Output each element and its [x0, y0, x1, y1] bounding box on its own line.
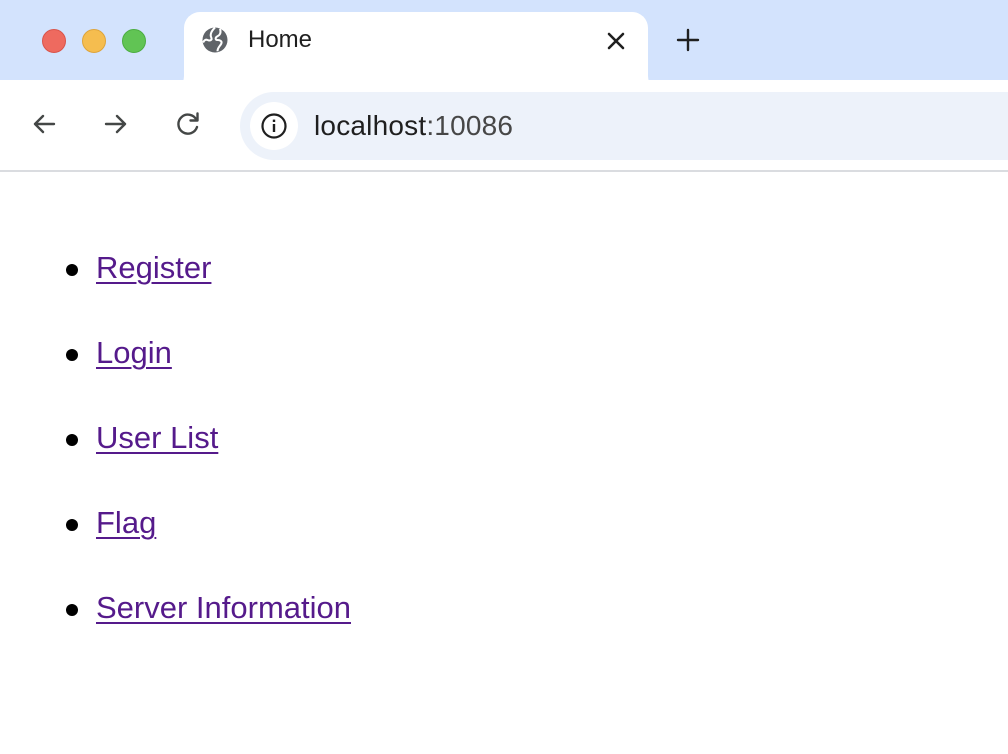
maximize-window-button[interactable]	[122, 29, 146, 53]
url-host: localhost	[314, 110, 427, 141]
register-link[interactable]: Register	[96, 250, 211, 285]
tab-title: Home	[248, 26, 313, 53]
list-item: Flag	[64, 503, 351, 588]
list-item: Login	[64, 333, 351, 418]
list-item: User List	[64, 418, 351, 503]
close-window-button[interactable]	[42, 29, 66, 53]
address-bar[interactable]: localhost:10086	[240, 92, 1008, 160]
globe-icon	[202, 26, 228, 53]
bullet	[66, 519, 78, 531]
forward-arrow-icon[interactable]	[100, 108, 132, 140]
tab-strip: Home	[0, 0, 1008, 92]
url-port: :10086	[426, 110, 514, 141]
login-link[interactable]: Login	[96, 335, 172, 370]
browser-window: Home localhost:10086 Register Login User…	[0, 0, 1008, 754]
bullet	[66, 349, 78, 361]
list-item: Server Information	[64, 588, 351, 673]
page-content: Register Login User List Flag Server Inf…	[0, 174, 1008, 754]
bullet	[66, 264, 78, 276]
reload-icon[interactable]	[172, 108, 204, 140]
bullet	[66, 434, 78, 446]
flag-link[interactable]: Flag	[96, 505, 156, 540]
info-icon	[261, 113, 287, 139]
back-arrow-icon[interactable]	[28, 108, 60, 140]
user-list-link[interactable]: User List	[96, 420, 218, 455]
minimize-window-button[interactable]	[82, 29, 106, 53]
close-icon[interactable]	[602, 27, 630, 55]
url-text: localhost:10086	[314, 110, 513, 142]
site-info-button[interactable]	[250, 102, 298, 150]
link-list: Register Login User List Flag Server Inf…	[64, 248, 351, 673]
bullet	[66, 604, 78, 616]
list-item: Register	[64, 248, 351, 333]
server-information-link[interactable]: Server Information	[96, 590, 351, 625]
browser-toolbar: localhost:10086	[0, 80, 1008, 172]
new-tab-icon[interactable]	[672, 24, 704, 56]
